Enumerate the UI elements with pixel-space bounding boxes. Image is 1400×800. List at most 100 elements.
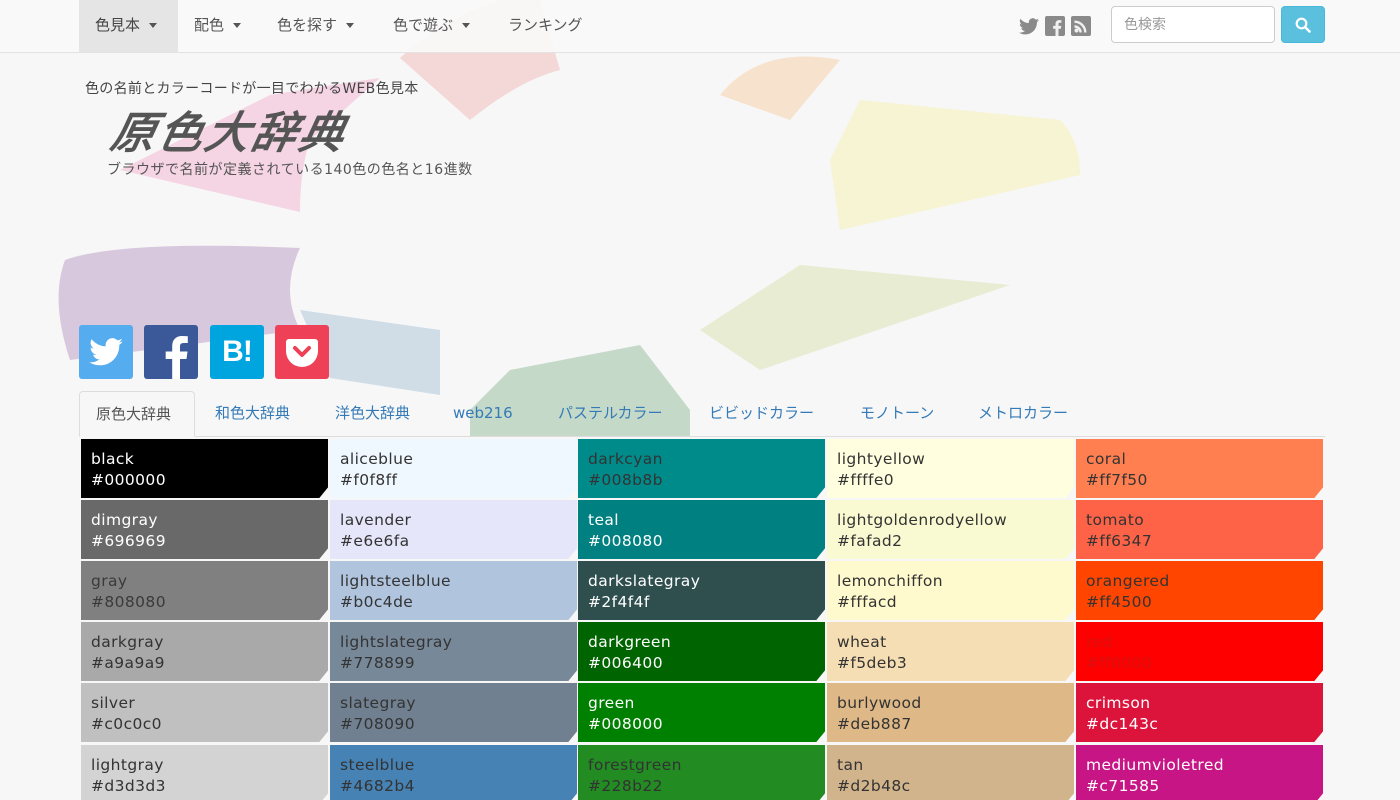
color-name: darkcyan xyxy=(588,450,663,468)
search-input[interactable] xyxy=(1111,6,1275,43)
color-name: burlywood xyxy=(837,694,922,712)
site-logo-title[interactable]: 原色大辞典 xyxy=(106,97,355,161)
nav-item-label: 配色 xyxy=(194,16,225,34)
color-hex-code: #008b8b xyxy=(588,470,663,489)
color-name: forestgreen xyxy=(588,756,682,774)
color-name: lightsteelblue xyxy=(340,572,451,590)
share-facebook-button[interactable] xyxy=(144,325,198,379)
pocket-icon xyxy=(286,339,318,367)
caret-down-icon xyxy=(149,23,158,28)
facebook-icon[interactable] xyxy=(1045,16,1065,36)
color-name: slategray xyxy=(340,694,416,712)
color-swatch-lemonchiffon[interactable]: lemonchiffon #fffacd xyxy=(827,561,1074,620)
color-swatch-teal[interactable]: teal #008080 xyxy=(578,500,825,559)
twitter-icon[interactable] xyxy=(1019,16,1039,36)
color-swatch-mediumvioletred[interactable]: mediumvioletred #c71585 xyxy=(1076,745,1323,800)
color-swatch-forestgreen[interactable]: forestgreen #228b22 xyxy=(578,745,825,800)
color-swatch-wheat[interactable]: wheat #f5deb3 xyxy=(827,622,1074,681)
color-swatch-orangered[interactable]: orangered #ff4500 xyxy=(1076,561,1323,620)
color-hex-code: #c0c0c0 xyxy=(91,714,162,733)
search-icon xyxy=(1295,17,1311,33)
color-swatch-lightyellow[interactable]: lightyellow #ffffe0 xyxy=(827,439,1074,498)
color-name: green xyxy=(588,694,635,712)
color-name: lightgoldenrodyellow xyxy=(837,511,1008,529)
dictionary-tabs: 原色大辞典 和色大辞典 洋色大辞典 web216 パステルカラー ビビッドカラー… xyxy=(79,391,1325,437)
tab-metro-colors[interactable]: メトロカラー xyxy=(962,391,1084,436)
caret-down-icon xyxy=(462,23,471,28)
color-swatch-lightsteelblue[interactable]: lightsteelblue #b0c4de xyxy=(330,561,577,620)
share-pocket-button[interactable] xyxy=(275,325,329,379)
color-name: tan xyxy=(837,756,864,774)
nav-item-color-scheme[interactable]: 配色 xyxy=(178,0,257,52)
tab-primary-colors[interactable]: 原色大辞典 xyxy=(79,391,195,437)
color-swatch-dimgray[interactable]: dimgray #696969 xyxy=(81,500,328,559)
color-hex-code: #b0c4de xyxy=(340,592,414,611)
nav-item-color-samples[interactable]: 色見本 xyxy=(79,0,178,52)
color-name: darkslategray xyxy=(588,572,701,590)
color-hex-code: #ff7f50 xyxy=(1086,470,1148,489)
caret-down-icon xyxy=(233,23,242,28)
color-swatch-slategray[interactable]: slategray #708090 xyxy=(330,683,577,742)
nav-item-label: ランキング xyxy=(508,16,583,34)
color-swatch-lavender[interactable]: lavender #e6e6fa xyxy=(330,500,577,559)
color-swatch-silver[interactable]: silver #c0c0c0 xyxy=(81,683,328,742)
color-swatch-darkgray[interactable]: darkgray #a9a9a9 xyxy=(81,622,328,681)
color-hex-code: #008080 xyxy=(588,531,663,550)
color-name: lightgray xyxy=(91,756,164,774)
color-swatch-steelblue[interactable]: steelblue #4682b4 xyxy=(330,745,577,800)
color-swatch-darkslategray[interactable]: darkslategray #2f4f4f xyxy=(578,561,825,620)
color-swatch-coral[interactable]: coral #ff7f50 xyxy=(1076,439,1323,498)
color-hex-code: #006400 xyxy=(588,653,663,672)
color-swatch-red[interactable]: red #ff0000 xyxy=(1076,622,1323,681)
share-twitter-button[interactable] xyxy=(79,325,133,379)
color-hex-code: #d3d3d3 xyxy=(91,776,166,795)
color-swatch-lightslategray[interactable]: lightslategray #778899 xyxy=(330,622,577,681)
tab-pastel-colors[interactable]: パステルカラー xyxy=(542,391,679,436)
color-swatch-darkgreen[interactable]: darkgreen #006400 xyxy=(578,622,825,681)
search-button[interactable] xyxy=(1281,6,1325,43)
color-swatch-crimson[interactable]: crimson #dc143c xyxy=(1076,683,1323,742)
tab-western-colors[interactable]: 洋色大辞典 xyxy=(319,391,426,436)
color-swatch-gray[interactable]: gray #808080 xyxy=(81,561,328,620)
color-hex-code: #778899 xyxy=(340,653,415,672)
color-swatch-tomato[interactable]: tomato #ff6347 xyxy=(1076,500,1323,559)
color-hex-code: #696969 xyxy=(91,531,166,550)
color-swatch-lightgray[interactable]: lightgray #d3d3d3 xyxy=(81,745,328,800)
tab-japanese-colors[interactable]: 和色大辞典 xyxy=(199,391,306,436)
top-navbar: 色見本 配色 色を探す 色で遊ぶ ランキング xyxy=(0,0,1400,53)
tab-monotone[interactable]: モノトーン xyxy=(844,391,950,436)
color-name: dimgray xyxy=(91,511,158,529)
rss-icon[interactable] xyxy=(1071,16,1091,36)
color-name: orangered xyxy=(1086,572,1170,590)
color-swatch-aliceblue[interactable]: aliceblue #f0f8ff xyxy=(330,439,577,498)
color-name: aliceblue xyxy=(340,450,414,468)
color-hex-code: #808080 xyxy=(91,592,166,611)
color-hex-code: #ff4500 xyxy=(1086,592,1153,611)
share-hatena-bookmark-button[interactable]: B! xyxy=(210,325,264,379)
color-name: lavender xyxy=(340,511,412,529)
color-name: red xyxy=(1086,633,1113,651)
color-swatch-tan[interactable]: tan #d2b48c xyxy=(827,745,1074,800)
nav-item-ranking[interactable]: ランキング xyxy=(492,0,599,52)
tab-web216[interactable]: web216 xyxy=(437,391,529,436)
color-name: silver xyxy=(91,694,136,712)
color-hex-code: #008000 xyxy=(588,714,663,733)
nav-item-play-with-color[interactable]: 色で遊ぶ xyxy=(377,0,486,52)
color-name: lightyellow xyxy=(837,450,926,468)
hatena-bookmark-icon: B! xyxy=(222,335,253,368)
color-swatch-black[interactable]: black #000000 xyxy=(81,439,328,498)
color-swatch-lightgoldenrodyellow[interactable]: lightgoldenrodyellow #fafad2 xyxy=(827,500,1074,559)
color-swatch-darkcyan[interactable]: darkcyan #008b8b xyxy=(578,439,825,498)
color-swatch-green[interactable]: green #008000 xyxy=(578,683,825,742)
color-swatch-burlywood[interactable]: burlywood #deb887 xyxy=(827,683,1074,742)
site-subtitle: ブラウザで名前が定義されている140色の色名と16進数 xyxy=(107,162,473,178)
color-hex-code: #dc143c xyxy=(1086,714,1159,733)
color-hex-code: #708090 xyxy=(340,714,415,733)
color-grid: black #000000 dimgray #696969 gray #808080 dar… xyxy=(79,437,1325,800)
nav-item-label: 色を探す xyxy=(277,16,338,34)
site-tagline: 色の名前とカラーコードが一目でわかるWEB色見本 xyxy=(85,81,419,97)
wheel-segment-yellow xyxy=(830,100,1080,230)
nav-item-find-color[interactable]: 色を探す xyxy=(261,0,370,52)
color-hex-code: #a9a9a9 xyxy=(91,653,165,672)
tab-vivid-colors[interactable]: ビビッドカラー xyxy=(693,391,830,436)
